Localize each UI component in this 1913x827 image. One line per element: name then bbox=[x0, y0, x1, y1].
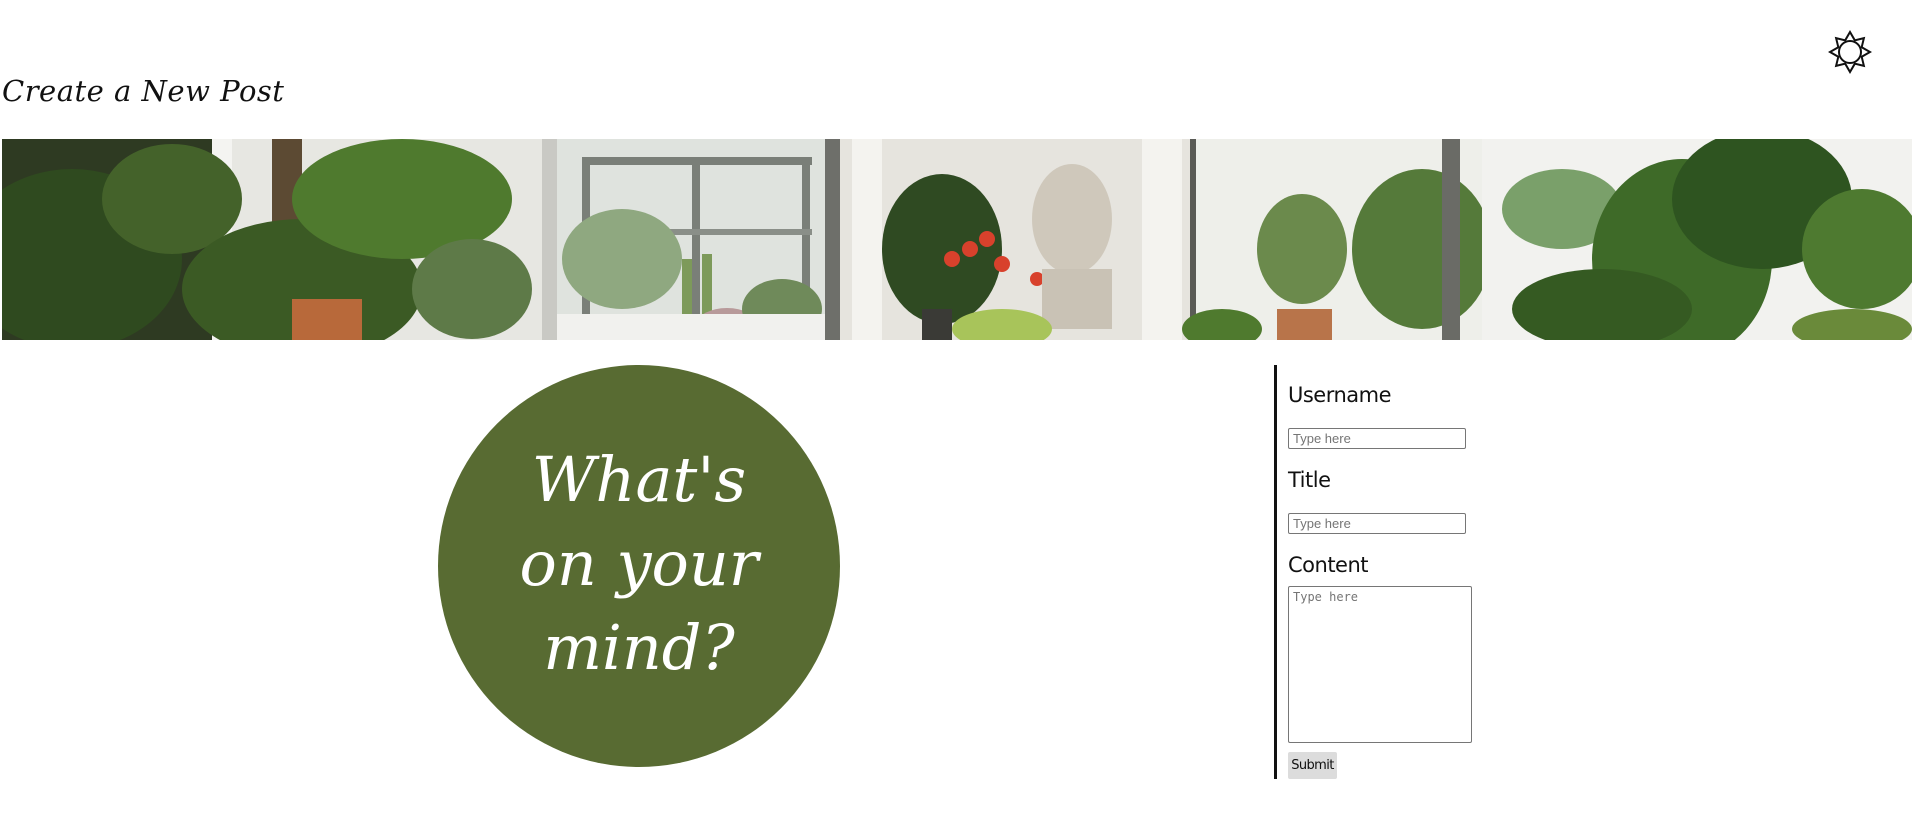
username-input[interactable] bbox=[1288, 428, 1466, 449]
username-label: Username bbox=[1288, 383, 1392, 407]
whats-on-your-mind-circle: What's on your mind? bbox=[438, 365, 840, 767]
whats-on-your-mind-text: What's on your mind? bbox=[519, 438, 759, 690]
vertical-divider bbox=[1274, 365, 1277, 779]
houseplants-banner bbox=[2, 139, 1912, 340]
new-post-form: Username Title Content Submit bbox=[1288, 380, 1528, 779]
sun-icon[interactable] bbox=[1828, 30, 1872, 74]
create-post-page: Create a New Post What's on your mind? U… bbox=[0, 0, 1913, 827]
page-title: Create a New Post bbox=[2, 74, 285, 108]
title-input[interactable] bbox=[1288, 513, 1466, 534]
hero-line-3: mind? bbox=[543, 611, 735, 684]
content-textarea[interactable] bbox=[1288, 586, 1472, 743]
hero-line-1: What's bbox=[531, 443, 747, 516]
submit-button[interactable]: Submit bbox=[1288, 752, 1337, 779]
hero-line-2: on your bbox=[519, 527, 759, 600]
title-label: Title bbox=[1288, 468, 1331, 492]
content-label: Content bbox=[1288, 553, 1369, 577]
